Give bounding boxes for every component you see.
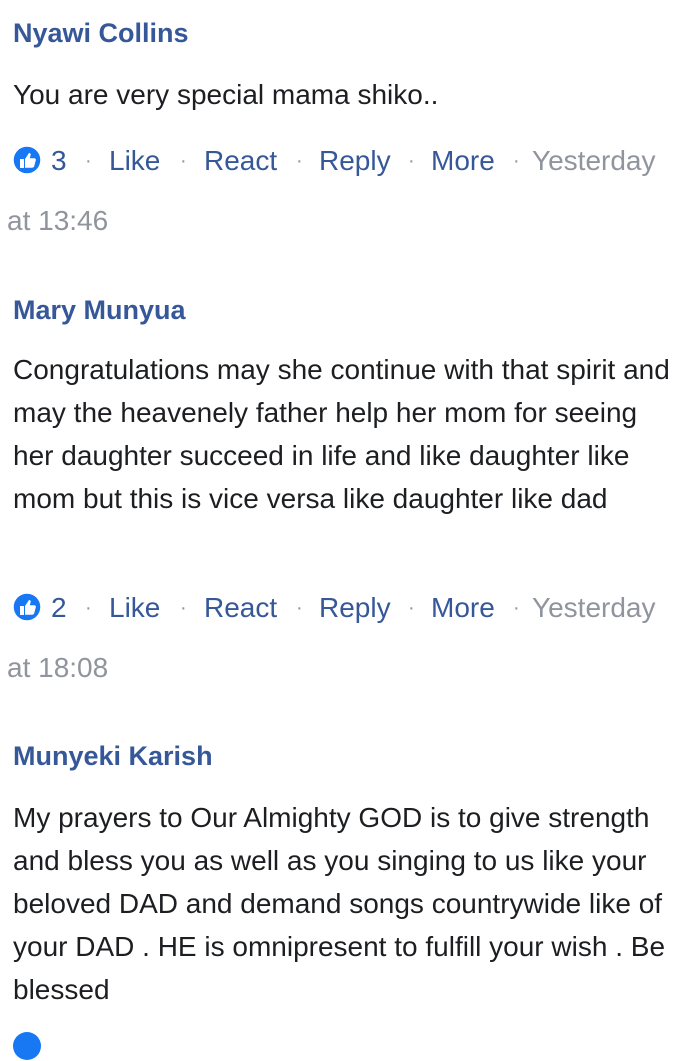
separator: · — [513, 150, 520, 172]
thumbs-up-icon — [12, 145, 42, 175]
reply-button[interactable]: Reply — [319, 588, 391, 628]
separator: · — [85, 597, 92, 619]
like-count[interactable]: 2 — [51, 588, 67, 628]
thumbs-up-icon — [13, 1032, 41, 1060]
comment-text: My prayers to Our Almighty GOD is to giv… — [13, 802, 666, 1005]
comment-actions: 2 · Like · React · Reply · More · Yester… — [0, 588, 687, 628]
separator: · — [180, 597, 187, 619]
comment-text: Congratulations may she continue with th… — [13, 354, 670, 514]
timestamp-continued[interactable]: at 13:46 — [7, 201, 108, 241]
timestamp-continued[interactable]: at 18:08 — [7, 648, 108, 688]
comment-author[interactable]: Munyeki Karish — [13, 740, 213, 772]
comment-author[interactable]: Mary Munyua — [13, 294, 186, 326]
react-button[interactable]: React — [204, 588, 277, 628]
more-button[interactable]: More — [431, 588, 495, 628]
separator: · — [180, 150, 187, 172]
comment-text: You are very special mama shiko.. — [13, 79, 439, 110]
separator: · — [296, 597, 303, 619]
comment-actions: 3 · Like · React · Reply · More · Yester… — [0, 141, 687, 181]
like-count[interactable]: 3 — [51, 141, 67, 181]
separator: · — [513, 597, 520, 619]
more-button[interactable]: More — [431, 141, 495, 181]
separator: · — [85, 150, 92, 172]
timestamp[interactable]: Yesterday — [532, 588, 656, 628]
comment-author[interactable]: Nyawi Collins — [13, 17, 189, 49]
separator: · — [296, 150, 303, 172]
timestamp[interactable]: Yesterday — [532, 141, 656, 181]
like-button[interactable]: Like — [109, 141, 160, 181]
separator: · — [408, 150, 415, 172]
separator: · — [408, 597, 415, 619]
react-button[interactable]: React — [204, 141, 277, 181]
thumbs-up-icon — [12, 592, 42, 622]
like-button[interactable]: Like — [109, 588, 160, 628]
reply-button[interactable]: Reply — [319, 141, 391, 181]
